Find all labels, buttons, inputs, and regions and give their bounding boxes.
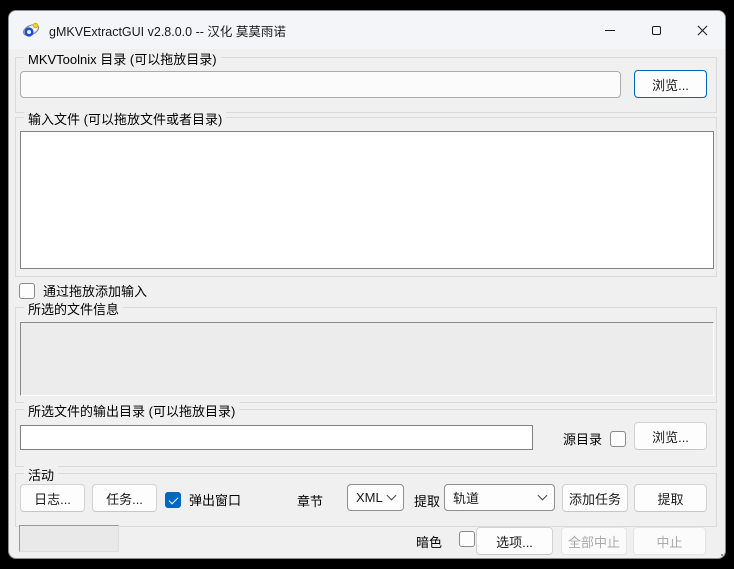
extract-mode-label: 提取 bbox=[414, 491, 440, 510]
drag-drop-checkbox-box[interactable] bbox=[19, 283, 35, 299]
group-mkvtoolnix-dir: MKVToolnix 目录 (可以拖放目录) 浏览... bbox=[15, 57, 717, 113]
group-input-files: 输入文件 (可以拖放文件或者目录) bbox=[15, 117, 717, 277]
minimize-button[interactable] bbox=[587, 11, 633, 49]
jobs-button[interactable]: 任务... bbox=[92, 484, 157, 512]
close-button[interactable] bbox=[679, 11, 725, 49]
minimize-icon bbox=[605, 30, 615, 31]
group-mkvtoolnix-dir-label: MKVToolnix 目录 (可以拖放目录) bbox=[24, 49, 221, 68]
close-icon bbox=[697, 25, 708, 36]
popup-window-checkbox-label: 弹出窗口 bbox=[189, 490, 241, 509]
add-job-button[interactable]: 添加任务 bbox=[562, 484, 628, 512]
group-actions-label: 活动 bbox=[24, 465, 58, 484]
options-button[interactable]: 选项... bbox=[476, 527, 553, 555]
group-actions: 活动 日志... 任务... 弹出窗口 章节 XML 提取 轨道 添加任务 提取 bbox=[15, 473, 717, 527]
popup-window-checkbox-box[interactable] bbox=[165, 492, 181, 508]
window-controls bbox=[587, 11, 725, 49]
maximize-icon bbox=[652, 26, 661, 35]
mkvtoolnix-dir-input[interactable] bbox=[20, 71, 621, 98]
group-file-info: 所选的文件信息 bbox=[15, 307, 717, 403]
group-output-dir: 所选文件的输出目录 (可以拖放目录) 源目录 浏览... bbox=[15, 409, 717, 467]
progress-bar bbox=[19, 525, 119, 552]
maximize-button[interactable] bbox=[633, 11, 679, 49]
extract-button[interactable]: 提取 bbox=[634, 484, 707, 512]
dark-mode-checkbox-box[interactable] bbox=[459, 531, 475, 547]
dark-mode-label: 暗色 bbox=[416, 532, 442, 551]
group-input-files-label: 输入文件 (可以拖放文件或者目录) bbox=[24, 109, 226, 128]
file-info-panel bbox=[20, 322, 714, 396]
chevron-down-icon bbox=[538, 491, 548, 501]
output-dir-input[interactable] bbox=[20, 425, 533, 450]
app-icon bbox=[22, 21, 40, 39]
source-dir-checkbox-label: 源目录 bbox=[563, 429, 602, 448]
window-title: gMKVExtractGUI v2.8.0.0 -- 汉化 莫莫雨诺 bbox=[49, 21, 286, 40]
abort-button: 中止 bbox=[633, 527, 706, 555]
group-file-info-label: 所选的文件信息 bbox=[24, 299, 123, 318]
extract-mode-select[interactable]: 轨道 bbox=[444, 484, 555, 511]
chevron-down-icon bbox=[387, 491, 397, 501]
source-dir-checkbox-box[interactable] bbox=[610, 431, 626, 447]
resize-grip[interactable] bbox=[717, 550, 719, 552]
popup-window-checkbox[interactable]: 弹出窗口 bbox=[165, 490, 241, 509]
extract-mode-value: 轨道 bbox=[453, 488, 479, 507]
mkvtoolnix-browse-button[interactable]: 浏览... bbox=[634, 70, 707, 98]
chapter-label: 章节 bbox=[297, 491, 323, 510]
title-bar: gMKVExtractGUI v2.8.0.0 -- 汉化 莫莫雨诺 bbox=[9, 11, 725, 49]
abort-all-button: 全部中止 bbox=[561, 527, 627, 555]
output-dir-browse-button[interactable]: 浏览... bbox=[634, 422, 707, 450]
chapter-format-value: XML bbox=[356, 490, 383, 505]
drag-drop-checkbox-label: 通过拖放添加输入 bbox=[43, 281, 147, 300]
group-output-dir-label: 所选文件的输出目录 (可以拖放目录) bbox=[24, 401, 239, 420]
source-dir-checkbox[interactable]: 源目录 bbox=[563, 429, 626, 448]
drag-drop-checkbox[interactable]: 通过拖放添加输入 bbox=[19, 281, 147, 300]
input-files-list[interactable] bbox=[20, 131, 714, 269]
log-button[interactable]: 日志... bbox=[20, 484, 85, 512]
chapter-format-select[interactable]: XML bbox=[347, 484, 404, 511]
app-window: gMKVExtractGUI v2.8.0.0 -- 汉化 莫莫雨诺 MKVTo… bbox=[8, 10, 726, 559]
